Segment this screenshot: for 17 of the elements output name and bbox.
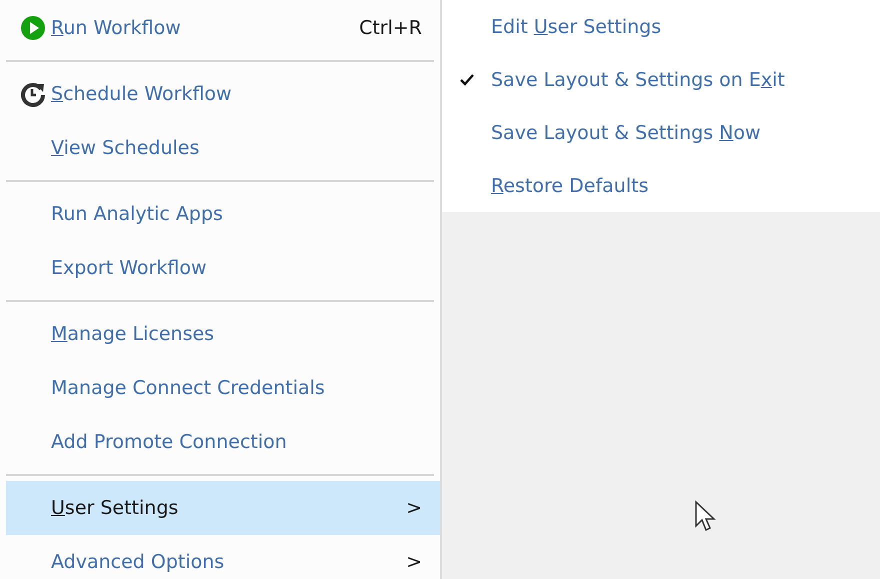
menu-item[interactable]: Export Workflow xyxy=(6,241,440,295)
menu-item[interactable]: Manage Connect Credentials xyxy=(6,361,440,415)
submenu-item[interactable]: Edit User Settings xyxy=(442,0,880,53)
play-icon xyxy=(20,15,46,41)
submenu-item[interactable]: Save Layout & Settings on Exit xyxy=(442,53,880,106)
menu-item[interactable]: Run Analytic Apps xyxy=(6,187,440,241)
clock-refresh-icon xyxy=(20,81,46,107)
submenu-item[interactable]: Save Layout & Settings Now xyxy=(442,106,880,159)
menu-item[interactable]: User Settings > xyxy=(6,481,440,535)
menu-item[interactable]: Manage Licenses xyxy=(6,307,440,361)
menu-item[interactable]: Run Workflow Ctrl+R xyxy=(6,1,440,55)
menu-item[interactable]: View Schedules xyxy=(6,121,440,175)
menu-item[interactable]: Schedule Workflow xyxy=(6,67,440,121)
submenu-item[interactable]: Restore Defaults xyxy=(442,159,880,212)
menu-item[interactable]: Advanced Options > xyxy=(6,535,440,579)
menu-item[interactable]: Add Promote Connection xyxy=(6,415,440,469)
mouse-pointer-icon xyxy=(694,500,716,534)
